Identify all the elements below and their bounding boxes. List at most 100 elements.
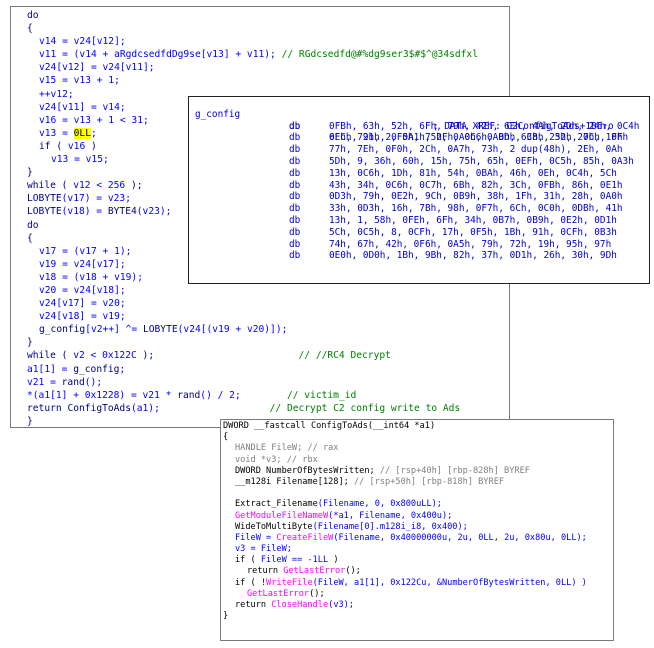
code-token[interactable]: [v2++] ^= bbox=[85, 324, 143, 335]
code-token[interactable]: void *v3; bbox=[235, 455, 287, 465]
code-token[interactable]: if bbox=[39, 141, 51, 152]
code-token[interactable]: ) bbox=[85, 141, 97, 152]
code-token[interactable]: WriteFile bbox=[266, 578, 313, 588]
code-token[interactable]: if ( bbox=[235, 555, 261, 565]
code-token[interactable]: ( bbox=[56, 180, 73, 191]
code-token[interactable]: } bbox=[223, 611, 228, 621]
code-token[interactable]: CloseHandle bbox=[271, 600, 328, 610]
code-token[interactable]: (Filename, 0x40000000u, 2u, 0LL, 2u, 0x8… bbox=[333, 533, 587, 543]
code-token[interactable]: v24[v12] = v24[v11]; bbox=[39, 62, 155, 73]
code-line: v24[v12] = v24[v11]; bbox=[27, 61, 509, 74]
code-token[interactable]: v2 < 0x122C bbox=[73, 350, 137, 361]
code-token[interactable]: } bbox=[27, 337, 33, 348]
code-token[interactable]: } bbox=[27, 416, 33, 427]
code-token[interactable]: WideToMultiByte bbox=[235, 522, 313, 532]
code-token[interactable]: () / 2; bbox=[200, 390, 240, 401]
code-token[interactable]: // Decrypt C2 config write to Ads bbox=[160, 403, 461, 414]
code-line: *(a1[1] + 0x1228) = v21 * rand() / 2; //… bbox=[27, 389, 509, 402]
code-token[interactable]: v12 < 256 bbox=[73, 180, 125, 191]
code-token[interactable]: v15 = v13 + 1; bbox=[39, 75, 120, 86]
code-token[interactable]: return bbox=[235, 600, 271, 610]
code-token[interactable]: return bbox=[247, 566, 283, 576]
code-token[interactable]: DWORD NumberOfBytesWritten; bbox=[235, 466, 380, 476]
code-token[interactable]: v21 = bbox=[27, 377, 62, 388]
code-token[interactable]: (Filename[0].m128i_i8, 0x400); bbox=[313, 522, 468, 532]
code-token[interactable]: (v23); bbox=[137, 206, 172, 217]
code-token[interactable]: // rbx bbox=[287, 455, 318, 465]
code-token[interactable]: __m128i Filename[128]; bbox=[235, 477, 354, 487]
code-token[interactable]: v16 = v13 + 1 < 31; bbox=[39, 115, 149, 126]
code-token[interactable]: v11 = (v14 + aRgdcsedfdDg9se[v13] + v11)… bbox=[39, 49, 282, 60]
code-token[interactable]: v17 = (v17 + 1); bbox=[39, 246, 131, 257]
code-token[interactable]: (Filename, 0, 0x800uLL); bbox=[318, 499, 442, 509]
code-token[interactable]: FileW = bbox=[235, 533, 276, 543]
code-token[interactable]: v14 = v24[v12]; bbox=[39, 36, 126, 47]
code-token[interactable]: ; bbox=[91, 128, 97, 139]
code-token[interactable]: { bbox=[27, 23, 33, 34]
code-token[interactable]: a1[1] = bbox=[27, 364, 73, 375]
code-token[interactable]: (); bbox=[345, 566, 361, 576]
code-token[interactable]: (); bbox=[309, 589, 325, 599]
code-token[interactable]: (); bbox=[85, 377, 102, 388]
code-token[interactable]: v3 = FileW; bbox=[235, 544, 292, 554]
code-token[interactable]: v24[v18] = v19; bbox=[39, 311, 126, 322]
code-token[interactable]: LOBYTE bbox=[27, 193, 62, 204]
code-token[interactable]: v13 = v15; bbox=[51, 154, 109, 165]
code-token[interactable]: if ( ! bbox=[235, 578, 266, 588]
code-token[interactable]: rand bbox=[177, 390, 200, 401]
code-token[interactable]: ConfigToAds bbox=[67, 403, 131, 414]
code-token[interactable]: // rax bbox=[307, 443, 338, 453]
code-token[interactable]: GetLastError bbox=[283, 566, 345, 576]
code-token[interactable]: HANDLE FileW; bbox=[235, 443, 307, 453]
code-token[interactable]: v19 = v24[v17]; bbox=[39, 259, 126, 270]
code-token[interactable]: v13 = bbox=[39, 128, 74, 139]
code-token[interactable]: rand bbox=[62, 377, 85, 388]
code-token[interactable]: ++v12; bbox=[39, 89, 74, 100]
code-token[interactable]: ( bbox=[51, 141, 68, 152]
code-token[interactable]: ) bbox=[328, 555, 338, 565]
code-token[interactable]: do bbox=[27, 220, 39, 231]
code-token[interactable]: (v24[(v19 + v20)]); bbox=[178, 324, 288, 335]
code-token[interactable]: *(a1[1] + 0x1228) = v21 * bbox=[27, 390, 177, 401]
code-token[interactable]: (v18) = bbox=[62, 206, 108, 217]
code-token[interactable]: ( bbox=[56, 350, 73, 361]
code-token[interactable]: (v17) = v23; bbox=[62, 193, 131, 204]
code-token[interactable]: v24[v11] = v14; bbox=[39, 102, 126, 113]
code-token[interactable]: (*a1, Filename, 0x400u); bbox=[328, 511, 452, 521]
code-token[interactable]: ); bbox=[137, 350, 299, 361]
code-token[interactable]: DWORD __fastcall ConfigToAds(__int64 *a1… bbox=[223, 421, 435, 431]
code-token[interactable]: ); bbox=[125, 180, 143, 191]
code-token[interactable]: LOBYTE bbox=[143, 324, 178, 335]
code-token[interactable]: g_config bbox=[39, 324, 85, 335]
code-token[interactable]: v24[v17] = v20; bbox=[39, 298, 126, 309]
code-token[interactable]: // [rsp+40h] [rbp-828h] BYREF bbox=[380, 466, 530, 476]
code-token[interactable]: ; bbox=[119, 364, 125, 375]
code-token[interactable]: // victim_id bbox=[241, 390, 356, 401]
code-token[interactable]: // [rsp+50h] [rbp-818h] BYREF bbox=[354, 477, 504, 487]
code-line: } bbox=[223, 611, 613, 622]
code-token[interactable]: while bbox=[27, 350, 56, 361]
code-token[interactable]: return bbox=[27, 403, 67, 414]
code-token[interactable]: v16 bbox=[68, 141, 85, 152]
code-token[interactable]: do bbox=[27, 10, 39, 21]
code-token[interactable]: (v3); bbox=[328, 600, 354, 610]
code-token[interactable]: // RGdcsedfd@#%dg9ser3$#$^@34sdfxl bbox=[282, 49, 478, 60]
code-token[interactable]: (FileW, a1[1], 0x122Cu, &NumberOfBytesWr… bbox=[313, 578, 587, 588]
code-token[interactable]: GetModuleFileNameW bbox=[235, 511, 328, 521]
code-token[interactable]: v18 = (v18 + v19); bbox=[39, 272, 143, 283]
code-token[interactable]: (a1); bbox=[131, 403, 160, 414]
code-token[interactable]: g_config bbox=[73, 364, 119, 375]
code-token[interactable]: BYTE4 bbox=[108, 206, 137, 217]
code-token[interactable]: FileW == -1LL bbox=[261, 555, 328, 565]
code-token[interactable]: GetLastError bbox=[247, 589, 309, 599]
code-token[interactable]: { bbox=[223, 432, 228, 442]
code-token[interactable]: v20 = v24[v18]; bbox=[39, 285, 126, 296]
code-token[interactable]: } bbox=[27, 167, 33, 178]
highlighted-token[interactable]: 0LL bbox=[73, 127, 91, 139]
code-token[interactable]: CreateFileW bbox=[276, 533, 333, 543]
code-token[interactable]: while bbox=[27, 180, 56, 191]
code-token[interactable]: LOBYTE bbox=[27, 206, 62, 217]
code-token[interactable]: { bbox=[27, 233, 33, 244]
code-token[interactable]: // //RC4 Decrypt bbox=[299, 350, 391, 361]
code-token[interactable]: Extract_Filename bbox=[235, 499, 318, 509]
